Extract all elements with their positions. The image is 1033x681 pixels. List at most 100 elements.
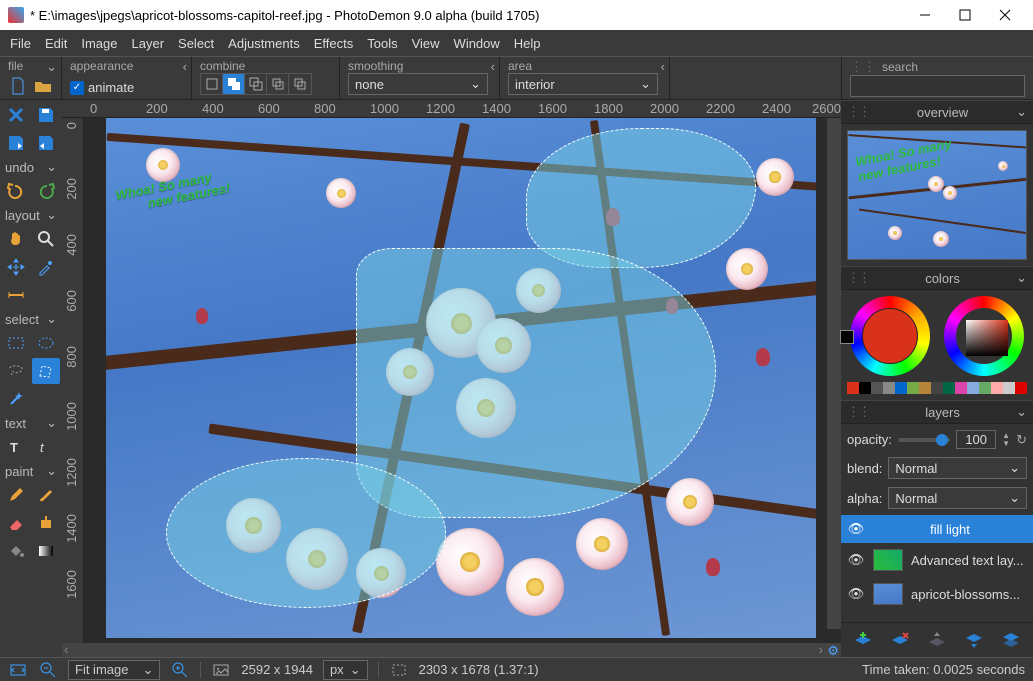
chevron-down-icon[interactable]: ⌄ (46, 59, 57, 75)
new-file-button[interactable] (8, 73, 29, 99)
reset-icon[interactable]: ↻ (1016, 432, 1027, 448)
open-file-button[interactable] (33, 73, 54, 99)
chevron-down-icon[interactable]: ⌄ (46, 311, 57, 327)
layer-row[interactable]: 👁 fill light (841, 515, 1033, 543)
color-wheel-hue[interactable] (944, 296, 1024, 376)
ellipse-select-tool[interactable] (32, 330, 60, 356)
add-layer-button[interactable] (849, 627, 877, 653)
eye-icon[interactable]: 👁 (847, 586, 865, 602)
opacity-label: opacity: (847, 432, 892, 447)
chevron-down-icon[interactable]: ⌄ (1016, 270, 1027, 286)
lasso-select-tool[interactable] (2, 358, 30, 384)
combine-intersect[interactable] (267, 74, 289, 94)
text-adv-tool[interactable]: t (32, 434, 60, 460)
zoom-combo[interactable]: Fit image⌄ (68, 660, 160, 680)
layer-row[interactable]: 👁 Advanced text lay... (841, 543, 1033, 577)
image-canvas[interactable]: Whoa! So many new features! (106, 118, 816, 638)
chevron-down-icon: ⌄ (470, 76, 481, 92)
menu-image[interactable]: Image (81, 36, 117, 51)
menu-edit[interactable]: Edit (45, 36, 67, 51)
zoom-tool[interactable] (32, 226, 60, 252)
close-button[interactable] (985, 0, 1025, 30)
text-tool[interactable]: T (2, 434, 30, 460)
gradient-tool[interactable] (32, 538, 60, 564)
sv-picker[interactable] (966, 320, 1008, 356)
rect-select-tool[interactable] (2, 330, 30, 356)
save-button[interactable] (32, 102, 60, 128)
eye-icon[interactable]: 👁 (847, 521, 865, 537)
measure-tool[interactable] (2, 282, 30, 308)
opacity-spin[interactable]: ▲▼ (1002, 432, 1010, 448)
save-copy-button[interactable] (2, 130, 30, 156)
menu-file[interactable]: File (10, 36, 31, 51)
brush-tool[interactable] (32, 482, 60, 508)
combine-xor[interactable] (289, 74, 311, 94)
chevron-down-icon[interactable]: ⌄ (46, 415, 57, 431)
combine-replace[interactable] (201, 74, 223, 94)
fit-screen-icon[interactable] (8, 660, 28, 680)
smoothing-combo[interactable]: none⌄ (348, 73, 488, 95)
move-tool[interactable] (2, 254, 30, 280)
hand-tool[interactable] (2, 226, 30, 252)
close-image-button[interactable] (2, 102, 30, 128)
menu-layer[interactable]: Layer (132, 36, 165, 51)
redo-button[interactable] (32, 178, 60, 204)
chevron-down-icon[interactable]: ⌄ (1016, 404, 1027, 420)
menu-tools[interactable]: Tools (367, 36, 397, 51)
export-button[interactable] (32, 130, 60, 156)
layer-down-button[interactable] (960, 627, 988, 653)
maximize-button[interactable] (945, 0, 985, 30)
chevron-down-icon[interactable]: ⌄ (46, 159, 57, 175)
opacity-slider[interactable] (898, 438, 950, 442)
gear-icon[interactable]: ⚙ (827, 643, 839, 657)
combine-add[interactable] (223, 74, 245, 94)
eye-icon[interactable]: 👁 (847, 552, 865, 568)
chevron-left-icon[interactable]: ‹ (183, 59, 187, 74)
canvas-viewport[interactable]: Whoa! So many new features! (84, 118, 841, 643)
zoom-out-icon[interactable] (38, 660, 58, 680)
chevron-left-icon[interactable]: ‹ (491, 59, 495, 74)
units-combo[interactable]: px⌄ (323, 660, 368, 680)
search-input[interactable] (850, 75, 1025, 97)
menu-adjustments[interactable]: Adjustments (228, 36, 300, 51)
menu-select[interactable]: Select (178, 36, 214, 51)
blend-combo[interactable]: Normal⌄ (888, 457, 1027, 479)
pencil-tool[interactable] (2, 482, 30, 508)
color-swap-swatch[interactable] (840, 330, 854, 344)
opacity-value[interactable]: 100 (956, 430, 996, 449)
fill-tool[interactable] (2, 538, 30, 564)
menu-window[interactable]: Window (454, 36, 500, 51)
merge-down-button[interactable] (997, 627, 1025, 653)
menu-effects[interactable]: Effects (314, 36, 354, 51)
scroll-left-icon[interactable]: ‹ (64, 642, 68, 657)
layer-up-button[interactable] (923, 627, 951, 653)
undo-button[interactable] (2, 178, 30, 204)
polygon-select-tool[interactable] (32, 358, 60, 384)
eraser-tool[interactable] (2, 510, 30, 536)
color-wheel-segment[interactable] (850, 296, 930, 376)
window-title: * E:\images\jpegs\apricot-blossoms-capit… (30, 8, 539, 23)
menu-view[interactable]: View (412, 36, 440, 51)
option-bar: file ⌄ appearance ‹ ✓ animate combine sm… (0, 56, 1033, 100)
chevron-down-icon[interactable]: ⌄ (1016, 104, 1027, 120)
clone-tool[interactable] (32, 510, 60, 536)
color-picker-tool[interactable] (32, 254, 60, 280)
area-combo[interactable]: interior⌄ (508, 73, 658, 95)
wand-select-tool[interactable] (2, 386, 30, 412)
chevron-down-icon[interactable]: ⌄ (46, 207, 57, 223)
swatch-row[interactable] (847, 382, 1027, 394)
scrollbar-horizontal[interactable]: ‹ › ⚙ (62, 643, 841, 657)
animate-checkbox[interactable]: ✓ (70, 81, 84, 95)
alpha-combo[interactable]: Normal⌄ (888, 487, 1027, 509)
scrollbar-vertical[interactable] (827, 118, 841, 629)
scroll-right-icon[interactable]: › (819, 642, 823, 657)
delete-layer-button[interactable] (886, 627, 914, 653)
layer-row[interactable]: 👁 apricot-blossoms... (841, 577, 1033, 611)
combine-subtract[interactable] (245, 74, 267, 94)
chevron-down-icon[interactable]: ⌄ (46, 463, 57, 479)
overview-thumbnail[interactable]: Whoa! So manynew features! (847, 130, 1027, 260)
chevron-left-icon[interactable]: ‹ (661, 59, 665, 74)
menu-help[interactable]: Help (514, 36, 541, 51)
minimize-button[interactable] (905, 0, 945, 30)
zoom-in-icon[interactable] (170, 660, 190, 680)
